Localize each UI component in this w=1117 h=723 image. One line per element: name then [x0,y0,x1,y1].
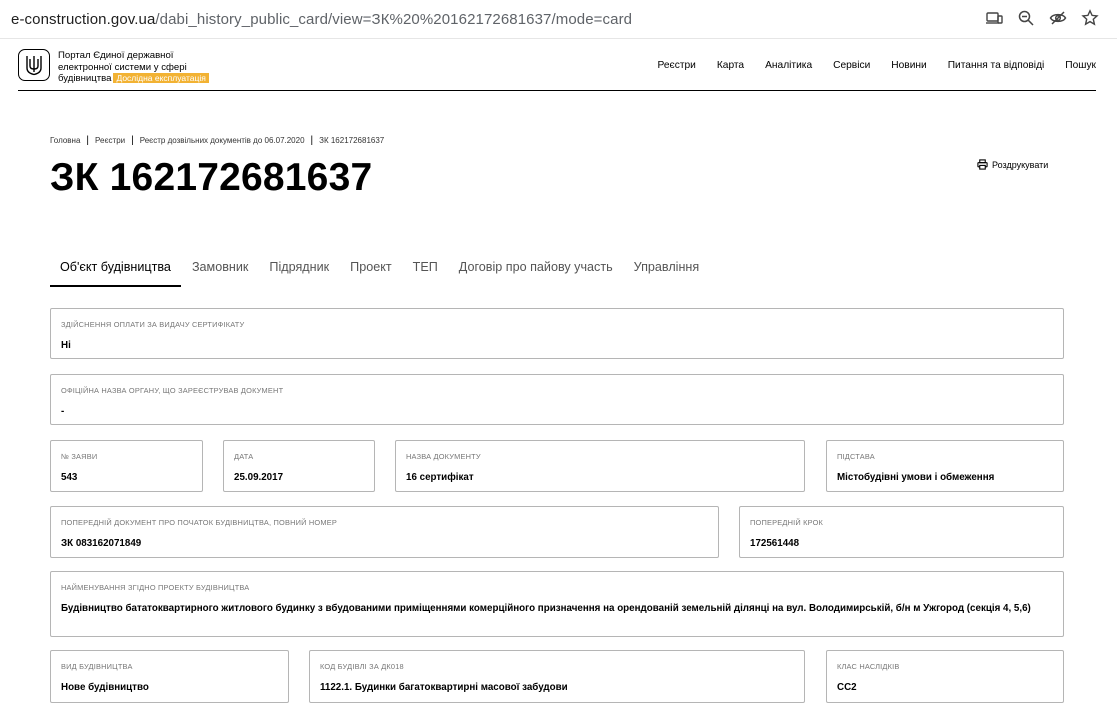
breadcrumb-separator: | [131,135,134,146]
nav-item-analytics[interactable]: Аналітика [765,60,812,71]
field-value: 25.09.2017 [234,472,284,483]
tab-project[interactable]: Проект [340,258,401,287]
authority-field: Офіційна назва органу, що зареєстрував д… [50,374,1064,425]
coat-of-arms-logo-icon[interactable] [18,49,50,81]
field-value: 172561448 [750,538,800,549]
field-value: 16 сертифікат [406,472,474,483]
document-name-field: Назва документу 16 сертифікат [395,440,805,492]
install-app-icon[interactable] [985,9,1003,27]
breadcrumb-separator: | [310,135,314,146]
field-value: 1122.1. Будинки багатоквартирні масової … [320,682,568,693]
zoom-icon[interactable] [1017,9,1035,27]
browser-address-bar[interactable]: e-construction.gov.ua/dabi_history_publi… [0,0,1117,39]
breadcrumb: Головна | Реєстри | Реєстр дозвільних до… [50,135,384,146]
field-label: № заяви [61,452,98,461]
date-field: Дата 25.09.2017 [223,440,375,492]
field-value: СС2 [837,682,857,693]
building-code-field: Код будівлі за ДК018 1122.1. Будинки баг… [309,650,805,703]
page-title: ЗК 162172681637 [50,156,373,199]
nav-item-registries[interactable]: Реєстри [658,60,696,71]
breadcrumb-current: ЗК 162172681637 [319,136,385,145]
project-name-field: Найменування згідно проекту будівництва … [50,571,1064,637]
field-value: Нове будівництво [61,682,149,693]
breadcrumb-registries[interactable]: Реєстри [95,136,125,145]
payment-field: Здійснення оплати за видачу сертифікату … [50,308,1064,359]
tab-shared-participation[interactable]: Договір про пайову участь [449,258,623,287]
url-path: /dabi_history_public_card/view=ЗК%20%201… [155,11,633,28]
nav-item-search[interactable]: Пошук [1065,60,1096,71]
nav-item-news[interactable]: Новини [891,60,926,71]
url-host: e-construction.gov.ua [11,11,156,28]
field-label: Найменування згідно проекту будівництва [61,583,250,592]
field-value: - [61,406,65,417]
site-header: Портал Єдиної державної електронної сист… [18,46,1096,91]
breadcrumb-home[interactable]: Головна [50,136,80,145]
print-label: Роздрукувати [992,159,1049,170]
field-value: Будівництво бататоквартирного житлового … [61,603,1031,614]
url-text[interactable]: e-construction.gov.ua/dabi_history_publi… [11,11,632,28]
field-label: Здійснення оплати за видачу сертифікату [61,320,245,329]
beta-badge: Дослідна експлуатація [113,73,209,83]
field-label: Вид будівництва [61,662,133,671]
field-label: Дата [234,452,254,461]
application-number-field: № заяви 543 [50,440,203,492]
portal-name[interactable]: Портал Єдиної державної електронної сист… [58,50,228,85]
previous-step-field: Попередній крок 172561448 [739,506,1064,558]
tab-bar: Об'єкт будівництва Замовник Підрядник Пр… [50,258,710,287]
nav-item-services[interactable]: Сервіси [833,60,870,71]
field-value: 543 [61,472,78,483]
breadcrumb-separator: | [86,135,90,146]
tab-construction-object[interactable]: Об'єкт будівництва [50,258,181,287]
field-label: Назва документу [406,452,481,461]
breadcrumb-permit-registry[interactable]: Реєстр дозвільних документів до 06.07.20… [140,136,305,145]
field-label: Клас наслідків [837,662,900,671]
printer-icon [977,159,988,170]
field-value: Містобудівні умови і обмеження [837,472,995,483]
tab-tep[interactable]: ТЕП [403,258,448,287]
previous-document-field: Попередній документ про початок будівниц… [50,506,719,558]
consequence-class-field: Клас наслідків СС2 [826,650,1064,703]
basis-field: Підстава Містобудівні умови і обмеження [826,440,1064,492]
bookmark-star-icon[interactable] [1081,9,1099,27]
field-label: Попередній крок [750,518,824,527]
field-value: Ні [61,340,71,351]
construction-type-field: Вид будівництва Нове будівництво [50,650,289,703]
tracking-protection-icon[interactable] [1049,9,1067,27]
field-label: Офіційна назва органу, що зареєстрував д… [61,386,284,395]
main-nav: Реєстри Карта Аналітика Сервіси Новини П… [637,60,1096,71]
field-value: ЗК 083162071849 [61,538,142,549]
nav-item-map[interactable]: Карта [717,60,744,71]
tab-customer[interactable]: Замовник [182,258,258,287]
field-label: Попередній документ про початок будівниц… [61,518,337,527]
field-label: Підстава [837,452,875,461]
print-button[interactable]: Роздрукувати [977,159,1048,170]
tab-contractor[interactable]: Підрядник [259,258,339,287]
nav-item-faq[interactable]: Питання та відповіді [948,60,1045,71]
field-label: Код будівлі за ДК018 [320,662,404,671]
tab-management[interactable]: Управління [624,258,710,287]
